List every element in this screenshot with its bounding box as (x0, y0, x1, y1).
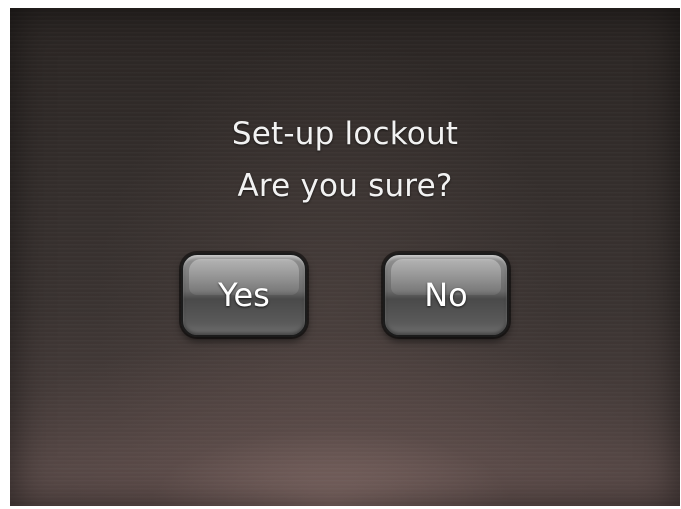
no-button-label: No (424, 276, 468, 314)
yes-button[interactable]: Yes (181, 253, 307, 337)
device-screen: Set-up lockout Are you sure? Yes No (10, 8, 680, 506)
dialog-title: Set-up lockout (231, 116, 459, 152)
no-button[interactable]: No (383, 253, 509, 337)
dialog-message: Are you sure? (237, 168, 453, 204)
yes-button-label: Yes (218, 276, 270, 314)
